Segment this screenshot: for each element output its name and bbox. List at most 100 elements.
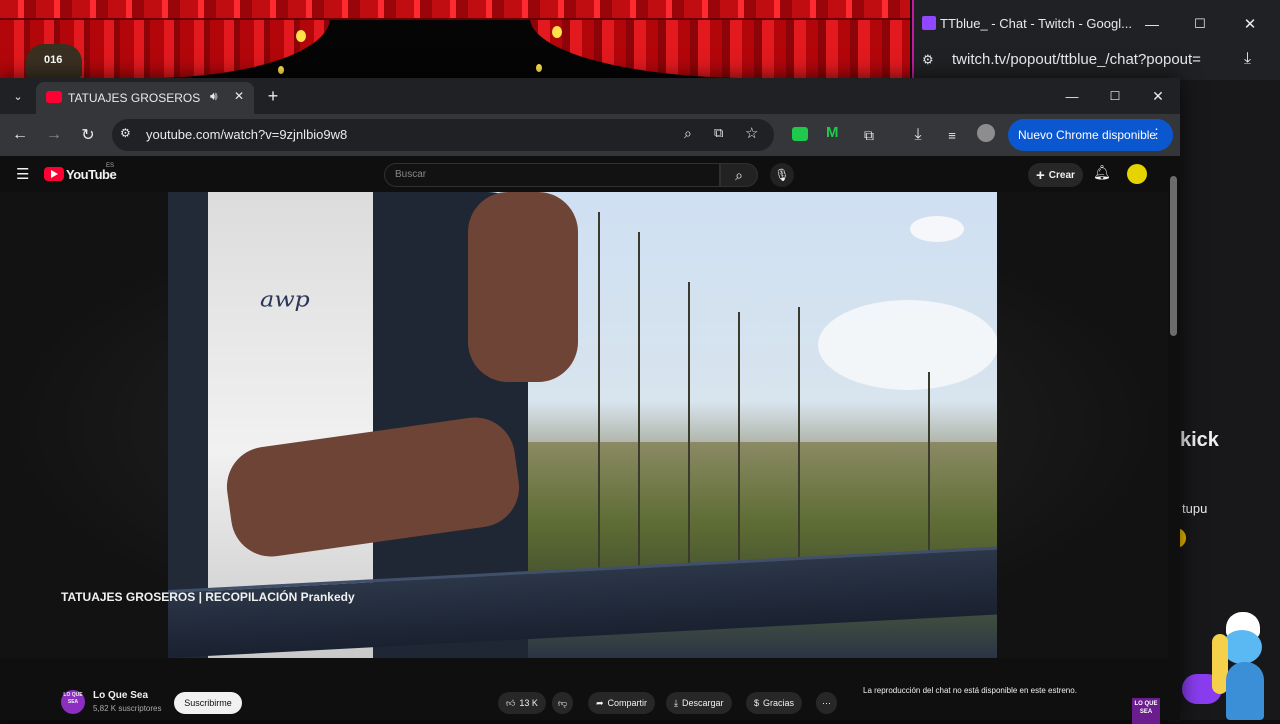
- region-code: ES: [106, 163, 115, 169]
- chrome-toolbar: ← → ↻ ⚙ youtube.com/watch?v=9zjnlbio9w8 …: [0, 114, 1180, 156]
- plus-icon: +: [1036, 166, 1045, 184]
- maximize-icon[interactable]: ☐: [1186, 10, 1214, 38]
- dislike-button[interactable]: 👎︎: [552, 692, 574, 714]
- thanks-label: Gracias: [763, 698, 795, 708]
- weed-stalk: [638, 232, 640, 592]
- search-icon: ⌕: [735, 166, 743, 183]
- like-count: 13 K: [519, 698, 538, 708]
- extension-icon[interactable]: [792, 127, 808, 141]
- smurfette-mascot: [1212, 612, 1278, 720]
- subscriber-count: 5,82 K suscriptores: [93, 704, 162, 713]
- forward-icon[interactable]: →: [40, 121, 68, 149]
- extensions-puzzle-icon[interactable]: ⧉: [855, 121, 883, 149]
- audio-playing-icon[interactable]: 🔊︎: [210, 89, 218, 104]
- thanks-button[interactable]: $ Gracias: [746, 692, 803, 714]
- chrome-update-button[interactable]: Nuevo Chrome disponible ⋮: [1008, 119, 1173, 151]
- menu-hamburger-icon[interactable]: ☰: [16, 165, 29, 183]
- youtube-page: ☰ YouTube ES Buscar ⌕ 🎙︎ + Crear 🔔︎ ᵃʷᵖ …: [0, 156, 1168, 724]
- confetti: [536, 64, 542, 72]
- more-actions-button[interactable]: ⋯: [816, 692, 837, 714]
- more-horiz-icon: ⋯: [822, 697, 831, 708]
- cloud: [818, 300, 997, 390]
- tab-strip: ⌄ TATUAJES GROSEROS | RECOPILACIÓN 🔊︎ ✕ …: [0, 78, 1180, 114]
- youtube-favicon-icon: [46, 91, 62, 103]
- subscribe-button[interactable]: Suscribirme: [174, 692, 242, 714]
- update-label: Nuevo Chrome disponible: [1018, 128, 1157, 142]
- arm: [468, 192, 578, 382]
- overlay-counter: 016: [44, 54, 63, 66]
- url-text[interactable]: youtube.com/watch?v=9zjnlbio9w8: [146, 127, 347, 142]
- weed-stalk: [688, 282, 690, 592]
- back-icon[interactable]: ←: [6, 121, 34, 149]
- address-bar[interactable]: ⚙ youtube.com/watch?v=9zjnlbio9w8 ⌕ ⧉ ☆: [112, 119, 774, 151]
- cloud: [910, 216, 964, 242]
- site-info-icon[interactable]: ⚙: [120, 126, 131, 140]
- channel-watermark[interactable]: LO QUE SEA: [1132, 698, 1160, 724]
- share-button[interactable]: ➦ Compartir: [588, 692, 656, 714]
- twitch-address-bar: ⚙ twitch.tv/popout/ttblue_/chat?popout= …: [914, 48, 1280, 80]
- tab-search-icon[interactable]: ⌄: [4, 82, 32, 110]
- thumbs-up-icon: 👍︎: [506, 697, 516, 708]
- stream-overlay-curtain: 016: [0, 0, 910, 78]
- install-app-icon[interactable]: ⧉: [714, 125, 723, 141]
- weed-stalk: [598, 212, 600, 592]
- twitch-title-bar: TTblue_ - Chat - Twitch - Googl... — ☐ ✕: [914, 0, 1280, 48]
- new-tab-icon[interactable]: +: [259, 82, 287, 110]
- twitch-url[interactable]: twitch.tv/popout/ttblue_/chat?popout=: [952, 51, 1201, 68]
- create-button[interactable]: + Crear: [1028, 163, 1083, 187]
- thumbs-down-icon: 👎︎: [558, 697, 568, 708]
- share-icon: ➦: [596, 697, 604, 708]
- minimize-icon[interactable]: —: [1058, 82, 1086, 110]
- download-label: Descargar: [681, 698, 724, 708]
- curtain-valance: [0, 0, 910, 20]
- channel-avatar[interactable]: LO QUE SEA: [61, 690, 85, 714]
- thanks-icon: $: [754, 698, 760, 708]
- weed-stalk: [738, 312, 740, 592]
- download-icon: ⤓: [674, 697, 678, 708]
- chat-text: tupu: [1182, 501, 1208, 516]
- scrollbar-thumb[interactable]: [1170, 176, 1177, 336]
- channel-name[interactable]: Lo Que Sea: [93, 690, 148, 701]
- download-button[interactable]: ⤓ Descargar: [666, 692, 732, 714]
- search-input[interactable]: Buscar: [384, 163, 720, 187]
- chrome-window: ⌄ TATUAJES GROSEROS | RECOPILACIÓN 🔊︎ ✕ …: [0, 78, 1180, 724]
- twitch-icon: [922, 16, 936, 30]
- close-icon[interactable]: ✕: [1144, 82, 1172, 110]
- minimize-icon[interactable]: —: [1138, 10, 1166, 38]
- download-icon[interactable]: ⤓: [1244, 50, 1251, 68]
- weed-stalk: [798, 307, 800, 592]
- chat-text: kick: [1180, 429, 1219, 451]
- extension-m-icon[interactable]: M: [826, 124, 839, 141]
- youtube-logo-text[interactable]: YouTube: [66, 167, 117, 182]
- maximize-icon[interactable]: ☐: [1101, 82, 1129, 110]
- video-title: TATUAJES GROSEROS | RECOPILACIÓN Pranked…: [61, 590, 355, 604]
- tab-youtube[interactable]: TATUAJES GROSEROS | RECOPILACIÓN 🔊︎ ✕: [36, 82, 254, 114]
- tab-title: TATUAJES GROSEROS | RECOPILACIÓN: [68, 91, 204, 105]
- hoodie-logo: ᵃʷᵖ: [260, 284, 310, 328]
- profile-avatar[interactable]: [977, 124, 995, 142]
- account-avatar[interactable]: [1127, 164, 1147, 184]
- bookmark-star-icon[interactable]: ☆: [745, 124, 758, 142]
- create-label: Crear: [1048, 169, 1075, 181]
- more-vert-icon[interactable]: ⋮: [1150, 126, 1163, 142]
- youtube-header: ☰ YouTube ES Buscar ⌕ 🎙︎ + Crear 🔔︎: [0, 156, 1168, 192]
- media-control-icon[interactable]: ≡: [938, 121, 966, 149]
- close-tab-icon[interactable]: ✕: [234, 89, 244, 103]
- youtube-logo-icon[interactable]: [44, 167, 64, 181]
- confetti: [278, 66, 284, 74]
- voice-search-icon[interactable]: 🎙︎: [770, 163, 794, 187]
- close-icon[interactable]: ✕: [1236, 10, 1264, 38]
- reload-icon[interactable]: ↻: [74, 121, 102, 149]
- zoom-icon[interactable]: ⌕: [684, 125, 692, 142]
- confetti: [296, 30, 306, 42]
- search-button[interactable]: ⌕: [720, 163, 758, 187]
- confetti: [552, 26, 562, 38]
- share-label: Compartir: [607, 698, 648, 708]
- notifications-bell-icon[interactable]: 🔔︎: [1093, 164, 1111, 181]
- video-player[interactable]: ᵃʷᵖ: [168, 192, 997, 658]
- twitch-window-title: TTblue_ - Chat - Twitch - Googl...: [940, 16, 1132, 31]
- downloads-icon[interactable]: ⤓: [904, 121, 932, 149]
- site-settings-icon[interactable]: ⚙: [922, 52, 942, 72]
- like-button[interactable]: 👍︎ 13 K: [498, 692, 546, 714]
- chat-replay-unavailable: La reproducción del chat no está disponi…: [863, 686, 1077, 695]
